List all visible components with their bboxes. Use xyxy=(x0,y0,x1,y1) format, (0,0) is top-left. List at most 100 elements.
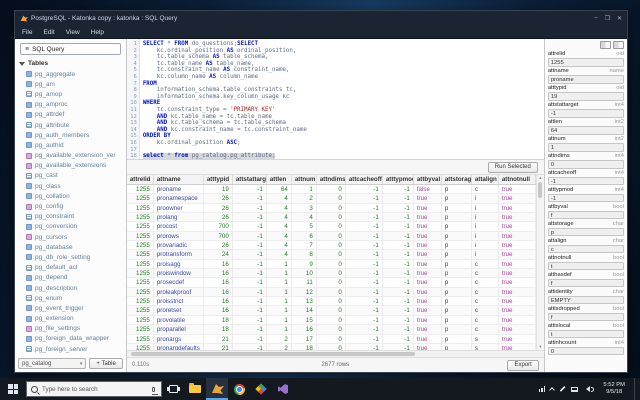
sidebar-item-pg_aggregate[interactable]: pg_aggregate xyxy=(15,69,126,79)
sidebar-item-pg_attribute[interactable]: pg_attribute xyxy=(15,120,126,130)
editor-line[interactable]: tc.constraint_name AS constraint_name, xyxy=(143,67,544,74)
table-row[interactable]: 1255 proleakproof 16 -1 1 12 0 -1 -1 true p c true xyxy=(126,287,536,298)
menu-file[interactable]: File xyxy=(22,29,32,36)
taskbar-search[interactable]: Type here to search xyxy=(26,381,162,397)
sidebar-item-pg_constraint[interactable]: pg_constraint xyxy=(15,212,126,222)
sidebar-item-pg_conversion[interactable]: pg_conversion xyxy=(15,222,126,232)
editor-line[interactable]: tc.table_name AS table_name, xyxy=(143,61,544,68)
menu-view[interactable]: View xyxy=(66,29,80,36)
sidebar-item-pg_am[interactable]: pg_am xyxy=(15,79,126,89)
maximize-button[interactable]: ❐ xyxy=(605,15,610,22)
editor-line[interactable]: ORDER BY xyxy=(143,133,544,140)
table-row[interactable]: 1255 proparallel 18 -1 1 16 0 -1 -1 true p c true xyxy=(126,325,536,335)
column-header-atttypid[interactable]: atttypid xyxy=(204,175,233,184)
column-header-attcacheoff[interactable]: attcacheoff xyxy=(346,175,383,184)
column-header-attnotnull[interactable]: attnotnull xyxy=(499,175,536,184)
editor-line[interactable]: kc.ordinal_position ASC; xyxy=(143,140,544,147)
inspector-field-value[interactable]: 0 xyxy=(547,159,624,169)
inspector-field-value[interactable]: -1 xyxy=(547,176,624,186)
network-icon[interactable] xyxy=(571,386,579,392)
table-row[interactable]: 1255 pronargs 21 -1 2 17 0 -1 -1 true p s true xyxy=(126,334,536,344)
run-selected-button[interactable]: Run Selected xyxy=(487,161,538,173)
column-header-attlen[interactable]: attlen xyxy=(267,175,292,184)
inspector-field-value[interactable]: 1 xyxy=(547,142,624,152)
export-button[interactable]: Export xyxy=(507,359,539,371)
editor-line[interactable]: tc.constraint_type = 'PRIMARY KEY' xyxy=(143,107,544,114)
sidebar-item-pg_event_trigger[interactable]: pg_event_trigger xyxy=(15,303,126,313)
inspector-field-value[interactable]: p xyxy=(547,227,624,237)
sidebar-item-pg_cursors[interactable]: pg_cursors xyxy=(15,232,126,242)
editor-line[interactable]: select * from pg_catalog.pg_attribute; xyxy=(142,153,544,159)
table-row[interactable]: 1255 proretset 16 -1 1 14 0 -1 -1 true p c true xyxy=(126,306,536,316)
table-row[interactable]: 1255 prosecdef 16 -1 1 11 0 -1 -1 true p c true xyxy=(126,278,536,288)
vertical-scroll-thumb[interactable] xyxy=(538,182,543,198)
sidebar-item-pg_file_settings[interactable]: pg_file_settings xyxy=(15,324,126,334)
table-row[interactable]: 1255 provariadic 26 -1 4 7 0 -1 -1 true p i true xyxy=(126,241,536,251)
sidebar-item-pg_depend[interactable]: pg_depend xyxy=(15,273,126,283)
start-button[interactable] xyxy=(0,378,26,400)
prev-record-button[interactable] xyxy=(600,41,611,49)
column-header-attalign[interactable]: attalign xyxy=(472,175,499,184)
inspector-field-value[interactable]: 19 xyxy=(547,91,624,101)
column-header-attndims[interactable]: attndims xyxy=(317,175,346,184)
results-vertical-scrollbar[interactable]: ▲ ▼ xyxy=(535,175,544,350)
editor-line[interactable]: AND kc.table_name = tc.table_name xyxy=(143,114,544,121)
inspector-field-value[interactable]: 0 xyxy=(547,346,624,356)
sidebar-item-pg_attrdef[interactable]: pg_attrdef xyxy=(15,110,126,120)
pen-icon[interactable] xyxy=(560,386,566,392)
table-row[interactable]: 1255 proisagg 16 -1 1 9 0 -1 -1 true p c true xyxy=(126,259,536,270)
drive-taskbar-button[interactable] xyxy=(250,378,272,400)
inspector-field-value[interactable]: 1255 xyxy=(547,58,624,67)
results-horizontal-scrollbar[interactable] xyxy=(126,350,544,357)
column-header-attstattarget[interactable]: attstattarget xyxy=(233,175,267,184)
table-row[interactable]: 1255 proowner 26 -1 4 3 0 -1 -1 true p i true xyxy=(126,203,536,214)
editor-line[interactable]: kc.column_name AS column_name xyxy=(143,74,544,81)
sidebar-item-pg_amop[interactable]: pg_amop xyxy=(15,89,126,99)
inspector-field-value[interactable]: f xyxy=(547,312,624,322)
hidden-icons-chevron[interactable] xyxy=(549,387,556,393)
menu-help[interactable]: Help xyxy=(91,29,104,36)
activity-indicator-icon[interactable] xyxy=(538,386,546,392)
editor-line[interactable]: tc.table_schema AS table_schema, xyxy=(143,54,544,61)
editor-line[interactable]: AND kc.table_schema = tc.table_schema xyxy=(143,120,544,127)
sidebar-item-pg_available_extension_ver[interactable]: pg_available_extension_ver xyxy=(15,151,126,161)
sidebar-item-pg_description[interactable]: pg_description xyxy=(15,283,126,293)
sidebar-item-pg_class[interactable]: pg_class xyxy=(15,181,126,191)
volume-icon[interactable] xyxy=(583,386,595,392)
table-row[interactable]: 1255 proisstrict 16 -1 1 13 0 -1 -1 true p c true xyxy=(126,297,536,307)
tables-section-header[interactable]: Tables xyxy=(15,57,126,69)
table-row[interactable]: 1255 prolang 26 -1 4 4 0 -1 -1 true p i true xyxy=(126,213,536,223)
column-header-attstorage[interactable]: attstorage xyxy=(442,175,472,184)
sidebar-item-pg_database[interactable]: pg_database xyxy=(15,242,126,252)
table-row[interactable]: 1255 proiswindow 16 -1 1 10 0 -1 -1 true p c true xyxy=(126,269,536,279)
editor-line[interactable]: information_schema.table_constraints tc, xyxy=(143,87,544,94)
column-header-attname[interactable]: attname xyxy=(154,175,204,184)
sidebar-item-pg_available_extensions[interactable]: pg_available_extensions xyxy=(15,161,126,171)
sidebar-item-pg_foreign_server[interactable]: pg_foreign_server xyxy=(15,344,126,354)
table-row[interactable]: 1255 protransform 24 -1 4 8 0 -1 -1 true p i true xyxy=(126,250,536,260)
column-header-atttypmod[interactable]: atttypmod xyxy=(383,175,414,184)
editor-line[interactable] xyxy=(143,147,544,154)
microphone-icon[interactable] xyxy=(151,386,158,395)
taskbar-clock[interactable]: 5:52 PM 9/5/18 xyxy=(599,382,629,396)
table-row[interactable]: 1255 pronamespace 26 -1 4 2 0 -1 -1 true p i true xyxy=(126,194,536,204)
scroll-up-icon[interactable]: ▲ xyxy=(538,175,542,181)
column-header-attrelid[interactable]: attrelid xyxy=(127,175,154,184)
sidebar-item-pg_authid[interactable]: pg_authid xyxy=(15,140,126,150)
show-desktop-button[interactable] xyxy=(634,378,638,400)
inspector-field-value[interactable]: EMPTY xyxy=(547,295,624,305)
editor-line[interactable]: FROM xyxy=(143,81,544,88)
inspector-field-value[interactable]: c xyxy=(547,244,624,254)
sidebar-item-pg_foreign_data_wrapper[interactable]: pg_foreign_data_wrapper xyxy=(15,334,126,344)
inspector-field-value[interactable]: f xyxy=(547,210,624,220)
close-button[interactable]: ✕ xyxy=(617,15,622,22)
sidebar-item-pg_config[interactable]: pg_config xyxy=(15,201,126,211)
inspector-field-value[interactable]: 64 xyxy=(547,125,624,135)
column-header-attnum[interactable]: attnum xyxy=(292,175,317,184)
sidebar-item-pg_default_acl[interactable]: pg_default_acl xyxy=(15,263,126,273)
editor-line[interactable]: WHERE xyxy=(143,100,544,107)
menu-edit[interactable]: Edit xyxy=(43,29,54,36)
horizontal-scroll-thumb[interactable] xyxy=(130,352,415,356)
editor-line[interactable]: information_schema.key_column_usage kc xyxy=(143,94,544,101)
sql-query-tab[interactable]: ≡ SQL Query xyxy=(20,43,121,55)
